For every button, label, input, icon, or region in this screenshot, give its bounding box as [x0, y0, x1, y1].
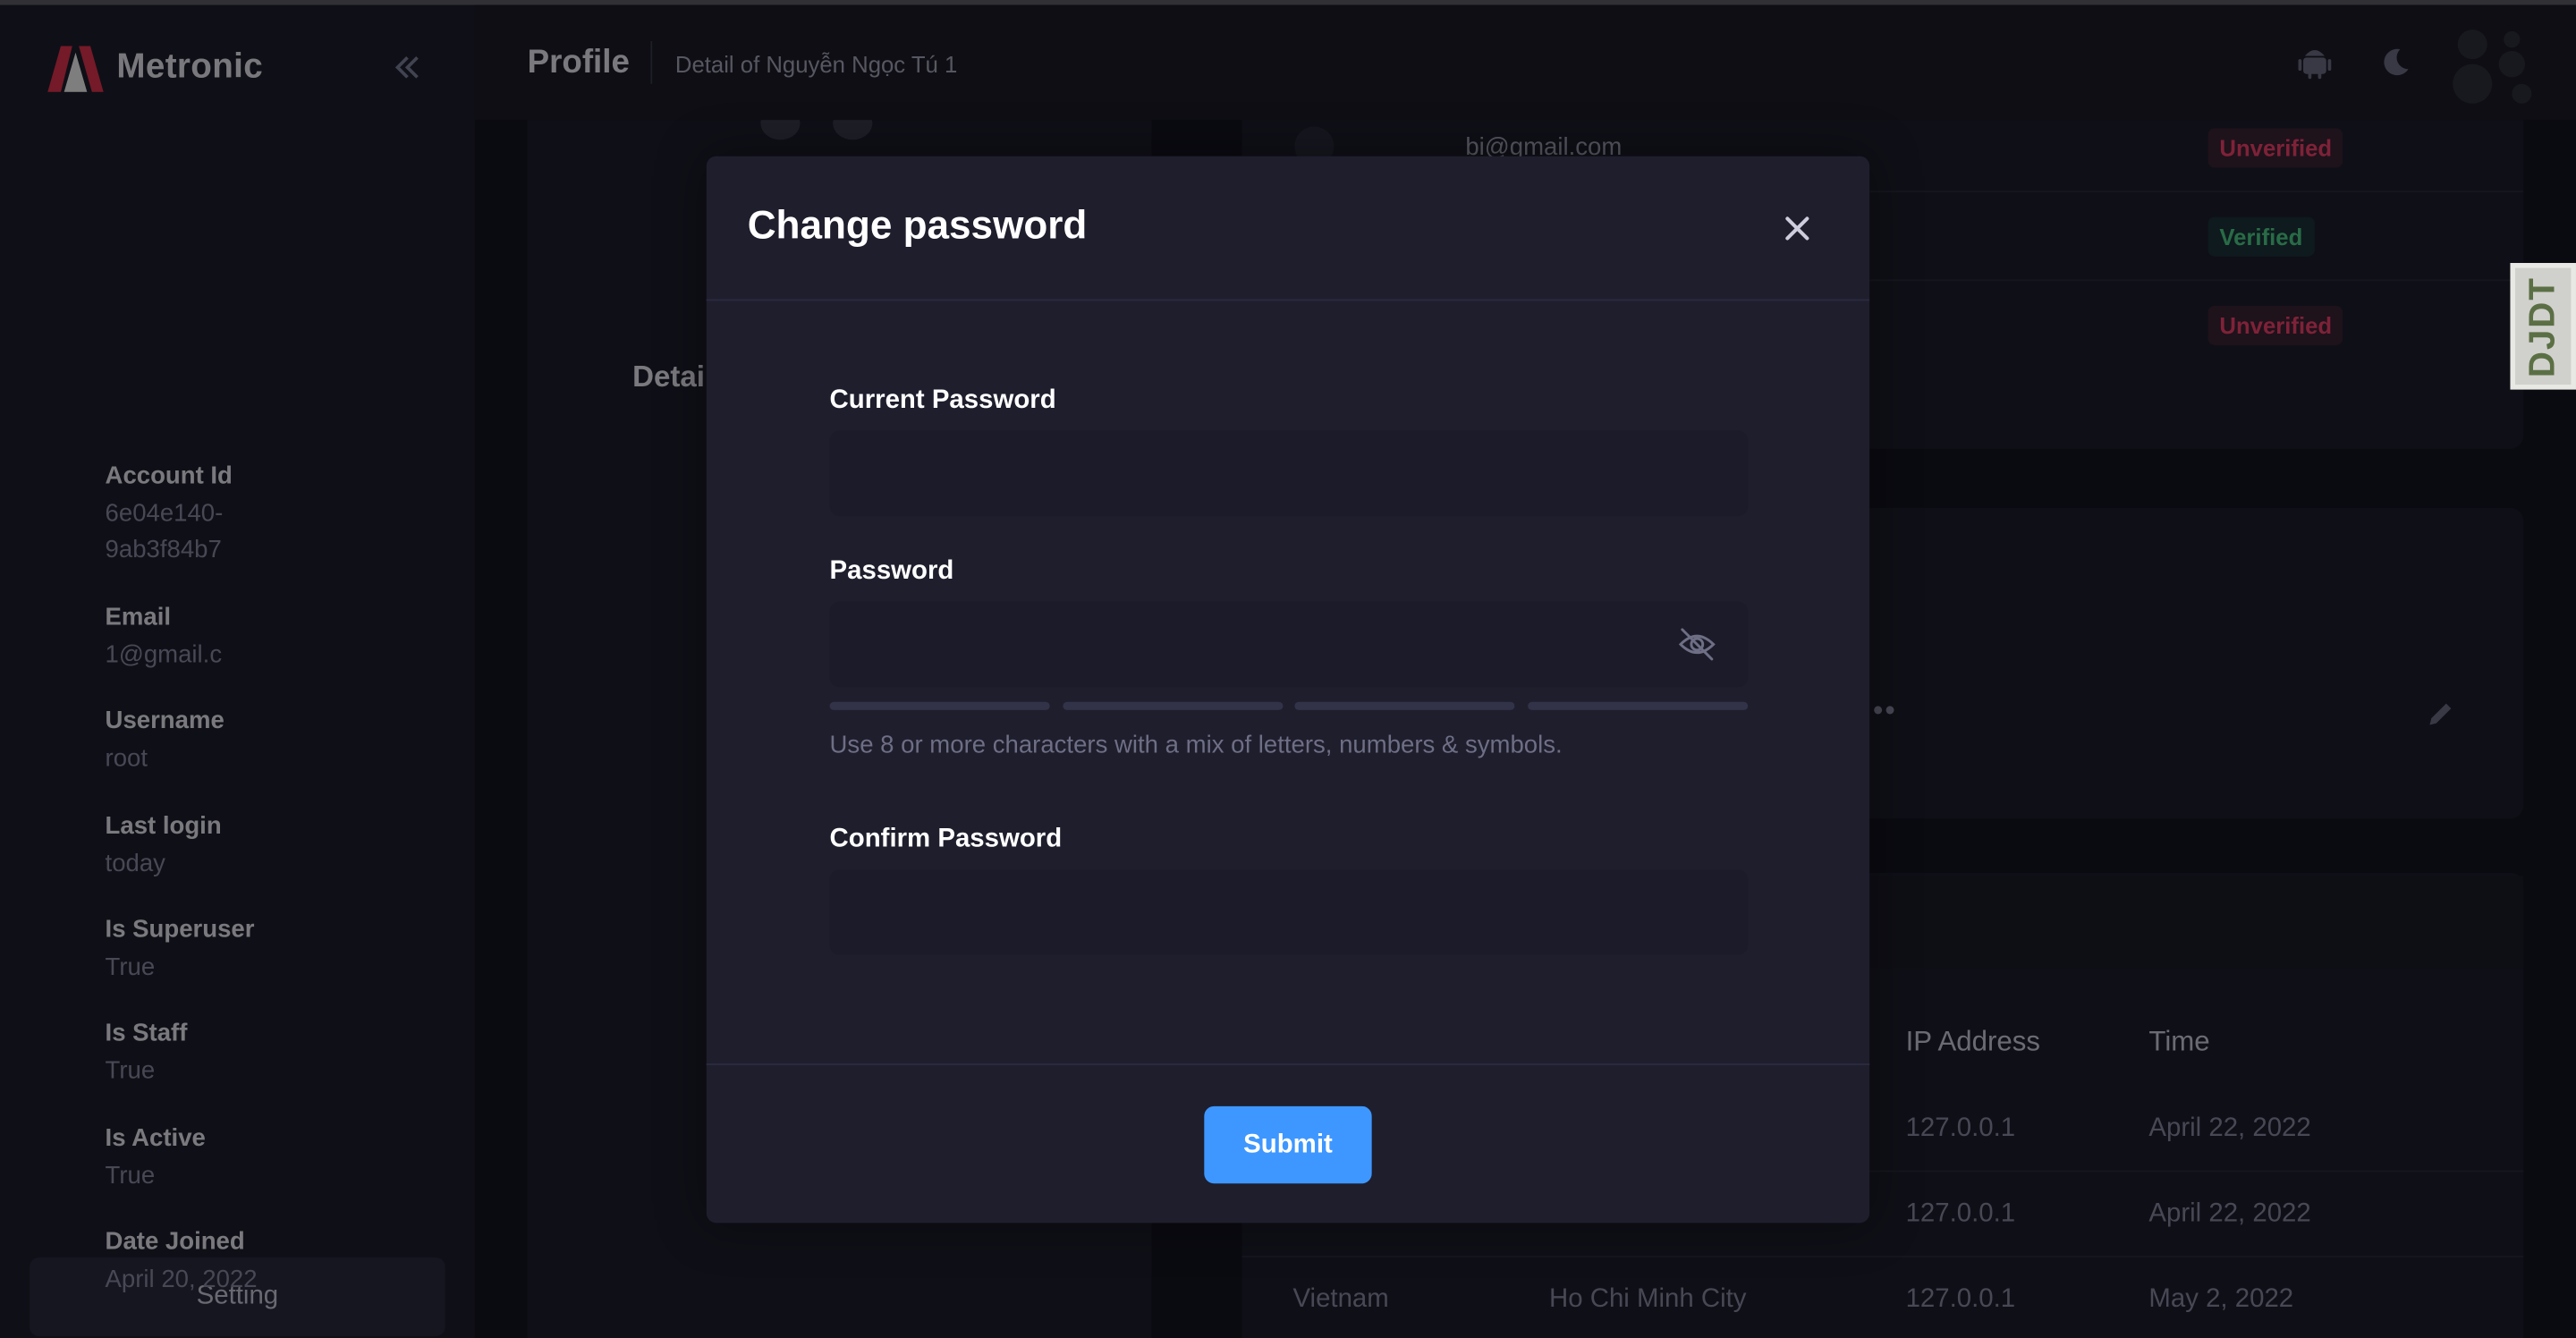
password-strength-segment [1294, 701, 1515, 710]
password-strength-segment [1528, 701, 1749, 710]
close-icon[interactable] [1777, 208, 1817, 248]
confirm-password-input[interactable] [829, 869, 1749, 955]
modal-header-divider [706, 299, 1870, 301]
debug-toolbar-label: DJDT [2521, 275, 2563, 377]
password-strength-segment [829, 701, 1050, 710]
eye-slash-icon[interactable] [1677, 626, 1716, 662]
current-password-input[interactable] [829, 430, 1749, 517]
submit-button[interactable]: Submit [1204, 1105, 1372, 1184]
password-label: Password [829, 557, 954, 586]
password-hint: Use 8 or more characters with a mix of l… [829, 731, 1563, 760]
app-window: Metronic Setting Profile Detail of Nguyễ… [0, 0, 2576, 1338]
debug-toolbar-handle[interactable]: DJDT [2510, 263, 2576, 390]
modal-footer-divider [706, 1063, 1870, 1065]
confirm-password-label: Confirm Password [829, 825, 1063, 853]
change-password-modal: Change password Current Password Passwor… [706, 156, 1870, 1224]
password-strength-segment [1063, 701, 1284, 710]
modal-title: Change password [747, 203, 1088, 249]
current-password-label: Current Password [829, 385, 1056, 415]
password-input[interactable] [829, 601, 1749, 688]
